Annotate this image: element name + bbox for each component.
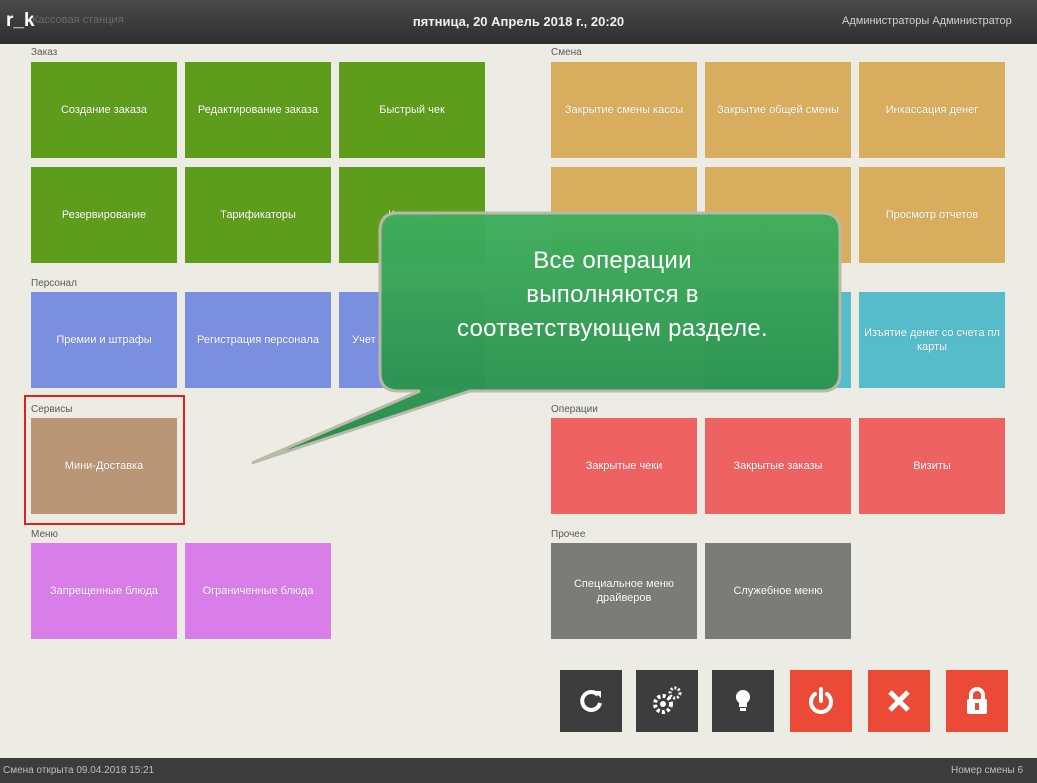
lock-button[interactable] — [946, 670, 1008, 732]
refresh-button[interactable] — [560, 670, 622, 732]
close-icon — [888, 690, 910, 712]
settings-icon — [653, 686, 682, 714]
status-bar: Смена открыта 09.04.2018 15:21 Номер сме… — [0, 758, 1037, 783]
power-button[interactable] — [790, 670, 852, 732]
close-button[interactable] — [868, 670, 930, 732]
callout-line-2: выполняются в — [526, 281, 699, 308]
power-icon — [809, 687, 833, 714]
lock-icon — [967, 687, 987, 714]
callout-line-1: Все операции — [533, 247, 692, 274]
shift-number-status: Номер смены 6 — [951, 765, 1024, 776]
lightbulb-icon — [736, 690, 750, 711]
refresh-icon — [580, 689, 602, 712]
callout-line-3: соответствующем разделе. — [456, 315, 769, 342]
settings-button[interactable] — [636, 670, 698, 732]
callout-text: Все операции выполняются в соответствующ… — [385, 244, 840, 346]
callout-bubble — [251, 211, 842, 465]
shift-opened-status: Смена открыта 09.04.2018 15:21 — [3, 765, 155, 776]
lightbulb-button[interactable] — [712, 670, 774, 732]
